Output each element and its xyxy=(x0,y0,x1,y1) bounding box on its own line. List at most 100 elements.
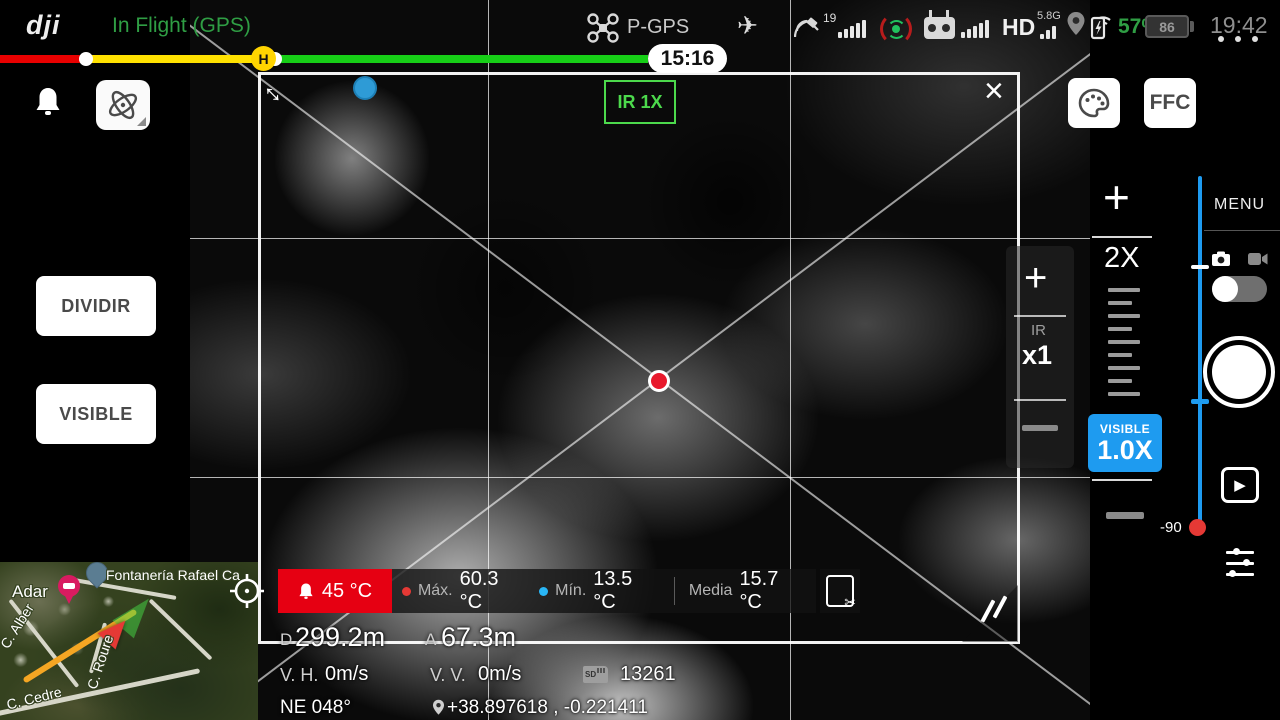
aircraft-battery-icon: 86 xyxy=(1145,15,1189,38)
home-point-marker: H xyxy=(251,46,276,71)
map-center-crosshair-button[interactable] xyxy=(228,572,266,610)
rc-signal-battery-icon xyxy=(1090,16,1111,40)
pitch-current-marker xyxy=(1191,265,1209,269)
clock-label[interactable]: 19:42 xyxy=(1210,12,1268,39)
sd-capacity-value: 13261 xyxy=(620,663,676,685)
video-frame-border xyxy=(258,72,1020,644)
divider xyxy=(1092,479,1152,481)
close-icon[interactable]: × xyxy=(984,74,1004,108)
flight-status-text[interactable]: In Flight (GPS) xyxy=(112,14,251,38)
clock-dot xyxy=(1252,36,1258,42)
hd-transmission-label: HD xyxy=(1002,14,1036,40)
aircraft-battery-percent: 86 xyxy=(1159,18,1175,35)
dji-logo: dji xyxy=(26,10,61,40)
coordinates-value: +38.897618 , -0.221411 xyxy=(447,697,648,718)
flight-mode-label[interactable]: P-GPS xyxy=(627,16,689,39)
vertical-speed-label: V. V. xyxy=(430,665,466,685)
hd-signal-bars xyxy=(1040,26,1056,39)
clock-dot xyxy=(1235,36,1241,42)
location-pin-icon xyxy=(1067,12,1085,35)
spot-meter-dot xyxy=(648,370,670,392)
focus-point-dot[interactable] xyxy=(353,76,377,100)
pitch-min-label: -90 xyxy=(1160,519,1182,536)
visible-zoom-label: VISIBLE xyxy=(1099,421,1151,436)
rc-signal-bars xyxy=(961,20,989,38)
visible-view-button[interactable]: VISIBLE xyxy=(36,384,156,444)
divider xyxy=(673,577,675,605)
map-poi-label: Fontanería Rafael Ca xyxy=(106,567,240,583)
avg-temp-label: Media xyxy=(688,582,733,599)
flight-timer: 15:16 xyxy=(660,46,715,70)
shutter-inner xyxy=(1212,345,1266,399)
min-temp-dot xyxy=(539,586,549,596)
ir-zoom-badge: IR 1X xyxy=(604,80,676,124)
battery-bar-safe xyxy=(276,55,648,63)
split-view-button[interactable]: DIVIDIR xyxy=(36,276,156,336)
min-temp-label: Mín. xyxy=(555,582,587,599)
max-temp-label: Máx. xyxy=(417,582,453,599)
playback-button[interactable]: ▶ xyxy=(1221,467,1259,503)
thermal-palette-button[interactable] xyxy=(1068,78,1120,128)
area-measure-button[interactable]: ✂ xyxy=(820,569,860,613)
palette-icon xyxy=(1078,88,1110,118)
divider xyxy=(1014,399,1066,401)
horizontal-speed-label: V. H. xyxy=(280,665,319,685)
ir-zoom-value: x1 xyxy=(1022,340,1053,370)
frame-drag-handle[interactable] xyxy=(962,585,1018,642)
alarm-temp-value: 45 °C xyxy=(321,579,373,602)
pitch-slider-track[interactable] xyxy=(1198,176,1202,528)
temp-alarm-box[interactable]: 45 °C xyxy=(278,569,392,613)
bed-icon xyxy=(63,583,75,589)
ffc-calibration-button[interactable]: FFC xyxy=(1144,78,1196,128)
heading-value: NE 048° xyxy=(280,697,351,718)
drone-icon xyxy=(587,13,619,43)
divider xyxy=(1014,315,1066,317)
app-screen: ↔ × IR 1X dji In Flight (GPS) P-GPS ✈ 19 xyxy=(0,0,1280,720)
satellite-icon xyxy=(794,17,819,38)
divider xyxy=(1204,230,1280,231)
battery-bar-critical xyxy=(0,55,86,63)
ir-zoom-out-button[interactable] xyxy=(1022,425,1058,431)
photo-mode-icon[interactable] xyxy=(1211,251,1231,267)
battery-bar-marker xyxy=(79,52,93,66)
min-temp-value: 13.5 °C xyxy=(593,568,633,613)
adsb-plane-icon: ✈ xyxy=(737,12,758,40)
remote-controller-icon xyxy=(924,10,955,39)
ir-rail-label: IR xyxy=(1031,322,1046,339)
gimbal-attitude-button[interactable] xyxy=(96,80,150,130)
expand-triangle-icon xyxy=(137,117,146,126)
map-poi-label: Adar xyxy=(12,582,48,601)
mini-map[interactable]: Fontanería Rafael Ca Adar C. Alber C. Ce… xyxy=(0,562,258,720)
zoom-scale-ticks xyxy=(1108,288,1140,396)
gps-signal-bars xyxy=(838,20,866,38)
zoom-out-button[interactable] xyxy=(1106,512,1144,519)
coords-pin-icon xyxy=(432,699,445,715)
distance-value: 299.2m xyxy=(295,622,386,652)
altitude-value: 67.3m xyxy=(441,622,517,652)
obstacle-sensing-icon xyxy=(880,13,912,45)
distance-label: D xyxy=(280,630,293,649)
avg-temp-value: 15.7 °C xyxy=(739,568,779,613)
camera-settings-icon[interactable] xyxy=(1226,548,1254,580)
max-temp-value: 60.3 °C xyxy=(459,568,499,613)
shutter-button[interactable] xyxy=(1203,336,1275,408)
hotel-poi-pin xyxy=(58,575,80,604)
visible-zoom-button[interactable]: VISIBLE 1.0X xyxy=(1088,414,1162,472)
measure-area-icon: ✂ xyxy=(826,575,856,610)
zoom-level-value: 2X xyxy=(1104,242,1140,274)
vertical-speed-value: 0m/s xyxy=(478,663,522,685)
battery-bar-warning xyxy=(86,55,256,63)
photo-video-toggle[interactable] xyxy=(1212,276,1267,302)
ir-zoom-in-button[interactable]: + xyxy=(1024,258,1047,298)
menu-button[interactable]: MENU xyxy=(1214,196,1265,214)
video-mode-icon[interactable] xyxy=(1248,252,1268,266)
bell-icon[interactable] xyxy=(34,86,62,118)
hd-band-label: 5.8G xyxy=(1037,10,1061,22)
pitch-tick xyxy=(1191,399,1209,404)
max-temp-dot xyxy=(402,586,411,596)
thermometry-bar: Máx. 60.3 °C Mín. 13.5 °C Media 15.7 °C xyxy=(392,568,816,613)
zoom-in-button[interactable]: + xyxy=(1103,174,1130,220)
altitude-label: A xyxy=(425,630,437,649)
clock-dot xyxy=(1218,36,1224,42)
flight-timer-pill: 15:16 xyxy=(648,44,727,73)
